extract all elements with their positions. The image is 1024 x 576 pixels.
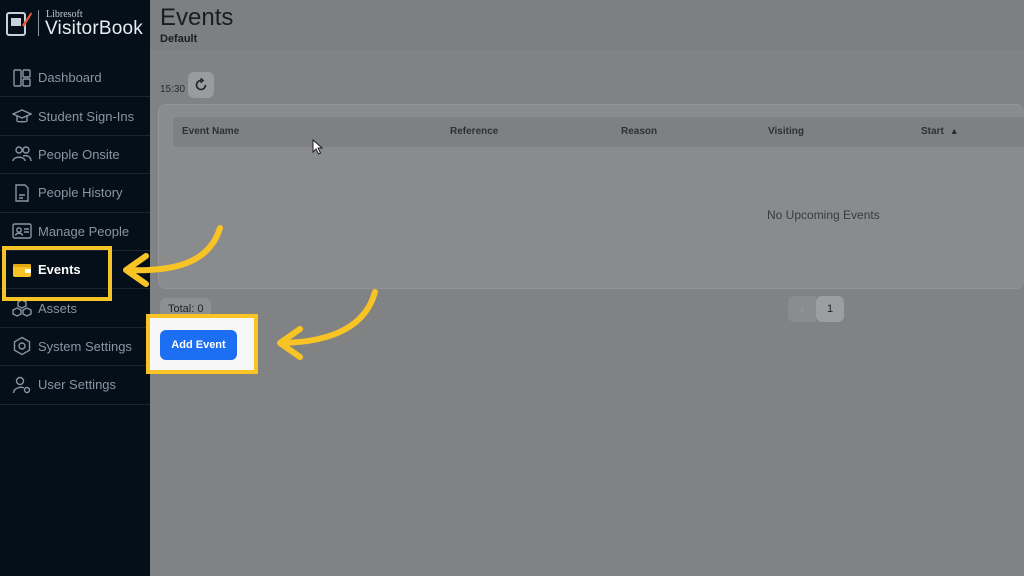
user-gear-icon (12, 376, 31, 394)
sidebar-item-people-onsite[interactable]: People Onsite (0, 136, 150, 175)
empty-table-message: No Upcoming Events (767, 208, 880, 222)
visitorbook-logo-icon (6, 12, 32, 36)
graduation-cap-icon (12, 109, 32, 123)
pagination-prev-button[interactable]: ‹ (788, 296, 816, 322)
refresh-button[interactable] (188, 72, 214, 98)
sidebar-item-student-sign-ins[interactable]: Student Sign-Ins (0, 97, 150, 136)
column-header-reference[interactable]: Reference (450, 126, 498, 137)
document-icon (15, 184, 29, 202)
dashboard-icon (13, 68, 31, 87)
refresh-icon (195, 78, 207, 91)
events-highlight-box (2, 246, 112, 301)
sidebar-item-label: Assets (38, 300, 78, 316)
sidebar-item-label: User Settings (38, 377, 117, 393)
events-table-card: Event Name Reference Reason Visiting Sta… (158, 104, 1024, 289)
sidebar-item-system-settings[interactable]: System Settings (0, 328, 150, 367)
boxes-icon (12, 299, 32, 317)
sort-ascending-icon: ▲ (949, 126, 959, 136)
sidebar-item-user-settings[interactable]: User Settings (0, 366, 150, 405)
sidebar-item-label: People History (38, 185, 123, 201)
page-subtitle: Default (160, 33, 198, 45)
brand-name: VisitorBook (45, 18, 143, 39)
column-header-start[interactable]: Start ▲ (921, 126, 959, 137)
column-header-visiting[interactable]: Visiting (768, 126, 804, 137)
pagination-page-1[interactable]: 1 (816, 296, 844, 322)
mouse-cursor-icon (312, 139, 324, 155)
column-header-event-name[interactable]: Event Name (182, 126, 239, 137)
add-event-button[interactable]: Add Event (160, 330, 237, 360)
people-icon (12, 146, 32, 162)
brand-divider (38, 10, 39, 36)
brand[interactable]: Libresoft VisitorBook (0, 0, 150, 46)
sidebar-item-label: Manage People (38, 223, 130, 239)
page-header: Events Default (150, 0, 1024, 50)
last-updated-time: 15:30 (160, 84, 186, 95)
sidebar-item-label: System Settings (38, 338, 132, 354)
sidebar-item-label: Student Sign-Ins (38, 108, 135, 124)
page-title: Events (160, 4, 234, 31)
column-header-reason[interactable]: Reason (621, 126, 657, 137)
gear-icon (13, 337, 31, 356)
sidebar-item-label: Dashboard (38, 70, 102, 86)
column-header-start-label: Start (921, 126, 944, 137)
table-header: Event Name Reference Reason Visiting Sta… (173, 117, 1024, 147)
pagination: ‹ 1 (788, 296, 844, 322)
sidebar-item-label: People Onsite (38, 146, 120, 162)
id-card-icon (12, 223, 32, 239)
main-content: Events Default 15:30 Event Name Referenc… (150, 0, 1024, 576)
sidebar-nav: Dashboard Student Sign-Ins People Onsite… (0, 59, 150, 405)
sidebar-item-dashboard[interactable]: Dashboard (0, 59, 150, 98)
sidebar-item-people-history[interactable]: People History (0, 174, 150, 213)
